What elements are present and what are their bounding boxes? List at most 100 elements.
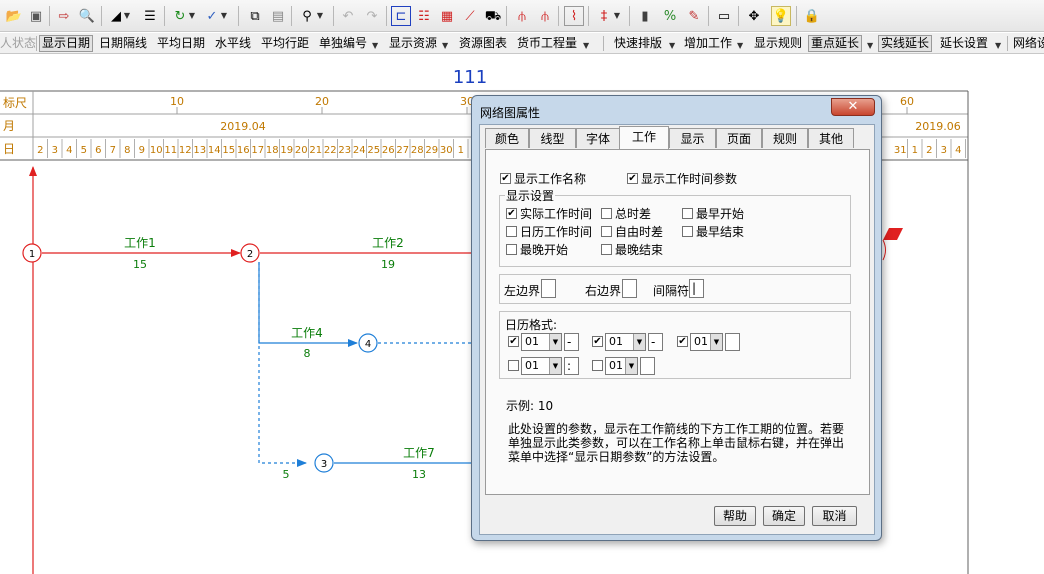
show-rules-button[interactable]: 显示规则 [754,35,802,52]
close-icon[interactable]: ✕ [831,98,875,116]
chevron-down-icon[interactable]: ▼ [867,37,873,54]
network-settings-button[interactable]: 网络设 [1013,35,1044,52]
earliest-start-checkbox[interactable]: 最早开始 [682,205,744,222]
tab-font[interactable]: 字体 [576,128,620,148]
activity-7-name[interactable]: 工作7 [403,446,435,460]
add-work-button[interactable]: 增加工作 [684,35,732,52]
date-gridline-button[interactable]: 日期隔线 [99,35,147,52]
actual-work-time-checkbox[interactable]: ✔ 实际工作时间 [506,205,592,222]
network-view-icon[interactable]: ⊏ [391,6,411,26]
cancel-button[interactable]: 取消 [812,506,857,526]
chevron-down-icon[interactable]: ▼ [669,37,675,54]
chevron-down-icon[interactable]: ▼ [187,6,197,26]
calendar-hour-separator[interactable]: : [564,357,579,375]
tab-page[interactable]: 页面 [716,128,762,148]
move-icon[interactable]: ✥ [744,6,764,26]
edit-icon[interactable]: ✎ [684,6,704,26]
lock-icon[interactable]: 🔒 [802,6,822,26]
left-border-input[interactable] [541,279,556,298]
dummy-activity-arrow[interactable] [258,262,307,467]
find-binoculars-icon[interactable]: ⚲ [297,6,317,26]
calendar-month-checkbox[interactable]: ✔ [592,336,606,347]
align-icon[interactable]: ‡ [594,6,614,26]
tab-color[interactable]: 颜色 [485,128,529,148]
tab-line-type[interactable]: 线型 [529,128,576,148]
resource-chart-button[interactable]: 资源图表 [459,35,507,52]
key-extend-button[interactable]: 重点延长 [808,35,863,52]
bars-icon[interactable]: ▮ [635,6,655,26]
tab-rules[interactable]: 规则 [762,128,808,148]
activity-1-name[interactable]: 工作1 [124,236,156,250]
horizontal-line-button[interactable]: 水平线 [215,35,251,52]
monitor-icon[interactable]: ▭ [714,6,734,26]
indent-icon[interactable]: ☰ [140,6,160,26]
copy-icon[interactable]: ⧉ [245,6,265,26]
undo-icon[interactable]: ↶ [338,6,358,26]
save-icon[interactable]: ▣ [26,6,46,26]
average-date-button[interactable]: 平均日期 [157,35,205,52]
calendar-hour-select[interactable]: 01 ▼ [521,357,562,375]
calendar-minute-select[interactable]: 01 ▼ [605,357,638,375]
lightbulb-icon[interactable]: 💡 [771,6,791,26]
table-view-icon[interactable]: ▦ [437,6,457,26]
tab-other[interactable]: 其他 [808,128,854,148]
show-resource-button[interactable]: 显示资源 [389,35,437,52]
calendar-hour-checkbox[interactable] [508,360,522,371]
open-folder-icon[interactable]: 📂 [4,6,24,26]
calendar-day-select[interactable]: 01 ▼ [690,333,723,351]
currency-quantity-button[interactable]: 货币工程量 [517,35,577,52]
total-float-checkbox[interactable]: 总时差 [601,205,651,222]
curve-icon[interactable]: ⟋ [460,6,480,26]
separator-input[interactable]: | [689,279,704,298]
earliest-finish-checkbox[interactable]: 最早结束 [682,223,744,240]
right-border-input[interactable] [622,279,637,298]
tab-work[interactable]: 工作 [619,126,669,149]
extend-settings-button[interactable]: 延长设置 [940,35,988,52]
solid-extend-button[interactable]: 实线延长 [878,35,933,52]
quick-layout-button[interactable]: 快速排版 [614,35,662,52]
latest-start-checkbox[interactable]: 最晚开始 [506,241,568,258]
calendar-minute-checkbox[interactable] [592,360,606,371]
status-toggle[interactable]: 人状态 [0,35,36,52]
chevron-down-icon[interactable]: ▼ [219,6,229,26]
chevron-down-icon[interactable]: ▼ [583,37,589,54]
activity-2-name[interactable]: 工作2 [372,236,404,250]
chevron-down-icon[interactable]: ▼ [372,37,378,54]
calendar-day-checkbox[interactable]: ✔ [677,336,691,347]
chart-icon[interactable]: ⌇ [564,6,584,26]
gantt-icon[interactable]: ☷ [414,6,434,26]
resource-icon[interactable]: ⛟ [483,6,503,26]
tab-display[interactable]: 显示 [669,128,716,148]
latest-finish-checkbox[interactable]: 最晚结束 [601,241,663,258]
chevron-down-icon[interactable]: ▼ [122,6,132,26]
split-icon[interactable]: ⫛ [512,6,532,26]
export-icon[interactable]: ⇨ [54,6,74,26]
single-number-button[interactable]: 单独编号 [319,35,367,52]
calendar-month-select[interactable]: 01 ▼ [605,333,646,351]
print-preview-icon[interactable]: 🔍 [77,6,97,26]
help-button[interactable]: 帮助 [714,506,756,526]
merge-icon[interactable]: ⫛ [535,6,555,26]
show-work-name-checkbox[interactable]: ✔ 显示工作名称 [500,170,586,187]
ok-button[interactable]: 确定 [763,506,805,526]
calendar-year-separator[interactable]: - [564,333,579,351]
chevron-down-icon[interactable]: ▼ [612,6,622,26]
calendar-minute-separator[interactable] [640,357,655,375]
paste-icon[interactable]: ▤ [268,6,288,26]
activity-4-name[interactable]: 工作4 [291,326,323,340]
calendar-month-separator[interactable]: - [648,333,663,351]
redo-icon[interactable]: ↷ [362,6,382,26]
show-date-button[interactable]: 显示日期 [39,35,94,52]
chevron-down-icon[interactable]: ▼ [737,37,743,54]
chevron-down-icon[interactable]: ▼ [315,6,325,26]
average-row-spacing-button[interactable]: 平均行距 [261,35,309,52]
chevron-down-icon[interactable]: ▼ [995,37,1001,54]
calendar-day-separator[interactable] [725,333,740,351]
show-time-params-checkbox[interactable]: ✔ 显示工作时间参数 [627,170,737,187]
free-float-checkbox[interactable]: 自由时差 [601,223,663,240]
calendar-work-time-checkbox[interactable]: 日历工作时间 [506,223,592,240]
percent-icon[interactable]: % [660,6,680,26]
calendar-year-checkbox[interactable]: ✔ [508,336,522,347]
chevron-down-icon[interactable]: ▼ [442,37,448,54]
calendar-year-select[interactable]: 01 ▼ [521,333,562,351]
